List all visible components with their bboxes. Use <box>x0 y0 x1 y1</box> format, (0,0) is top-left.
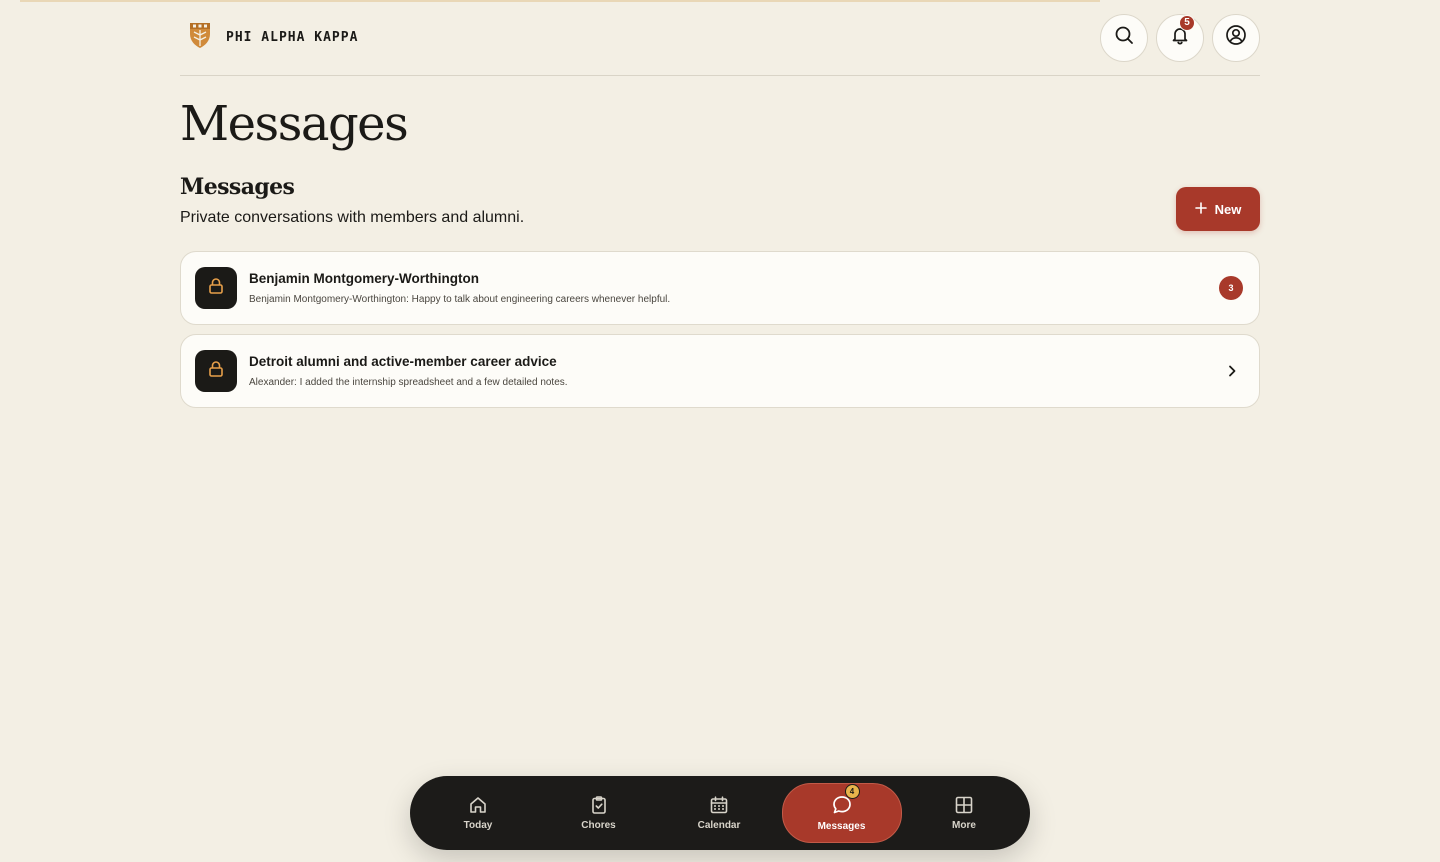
page-title: Messages <box>180 96 409 152</box>
conversation-text: Detroit alumni and active-member career … <box>249 354 1225 388</box>
conversation-list: Benjamin Montgomery-Worthington Benjamin… <box>180 251 1260 417</box>
unread-count-badge: 3 <box>1219 276 1243 300</box>
nav-item-today[interactable]: Today <box>420 784 536 842</box>
chevron-right-icon <box>1225 364 1239 378</box>
header-actions: 5 <box>1100 13 1260 62</box>
brand-name: PHI ALPHA KAPPA <box>226 30 359 45</box>
nav-label: More <box>952 820 976 831</box>
conversation-name: Benjamin Montgomery-Worthington <box>249 271 479 286</box>
new-message-button[interactable]: New <box>1176 187 1260 231</box>
search-icon <box>1114 25 1134 50</box>
conversation-name: Detroit alumni and active-member career … <box>249 354 557 369</box>
new-button-label: New <box>1214 201 1242 217</box>
nav-item-calendar[interactable]: Calendar <box>661 784 777 842</box>
notifications-count-badge: 5 <box>1179 14 1195 31</box>
conversation-avatar <box>195 350 237 392</box>
conversation-preview: Benjamin Montgomery-Worthington: Happy t… <box>249 294 671 305</box>
section-subtitle: Private conversations with members and a… <box>180 209 525 226</box>
nav-item-messages[interactable]: 4 Messages <box>781 783 902 843</box>
plus-icon <box>1194 201 1207 217</box>
home-icon <box>468 795 488 815</box>
crest-shield-icon <box>188 21 212 54</box>
app-header: PHI ALPHA KAPPA 5 <box>180 0 1260 76</box>
nav-label: Messages <box>817 821 866 832</box>
notifications-button[interactable]: 5 <box>1156 13 1204 62</box>
conversation-text: Benjamin Montgomery-Worthington Benjamin… <box>249 271 1219 305</box>
conversation-item[interactable]: Benjamin Montgomery-Worthington Benjamin… <box>180 251 1260 325</box>
conversation-item[interactable]: Detroit alumni and active-member career … <box>180 334 1260 408</box>
clipboard-check-icon <box>589 795 609 815</box>
grid-icon <box>954 795 974 815</box>
chat-bubble-icon: 4 <box>831 784 860 816</box>
lock-icon <box>207 277 225 300</box>
nav-item-chores[interactable]: Chores <box>541 784 657 842</box>
search-button[interactable] <box>1100 13 1148 62</box>
nav-label: Today <box>463 820 493 831</box>
profile-button[interactable] <box>1212 13 1260 62</box>
lock-icon <box>207 360 225 383</box>
user-circle-icon <box>1225 24 1247 51</box>
section-title: Messages <box>180 174 295 200</box>
conversation-avatar <box>195 267 237 309</box>
nav-label: Chores <box>581 820 616 831</box>
bottom-nav: Today Chores Calendar 4 Messages More <box>410 776 1030 850</box>
calendar-icon <box>709 795 729 815</box>
conversation-preview: Alexander: I added the internship spread… <box>249 377 568 388</box>
messages-badge: 4 <box>844 784 860 799</box>
brand[interactable]: PHI ALPHA KAPPA <box>188 21 358 54</box>
nav-label: Calendar <box>697 820 741 831</box>
nav-item-more[interactable]: More <box>906 784 1022 842</box>
